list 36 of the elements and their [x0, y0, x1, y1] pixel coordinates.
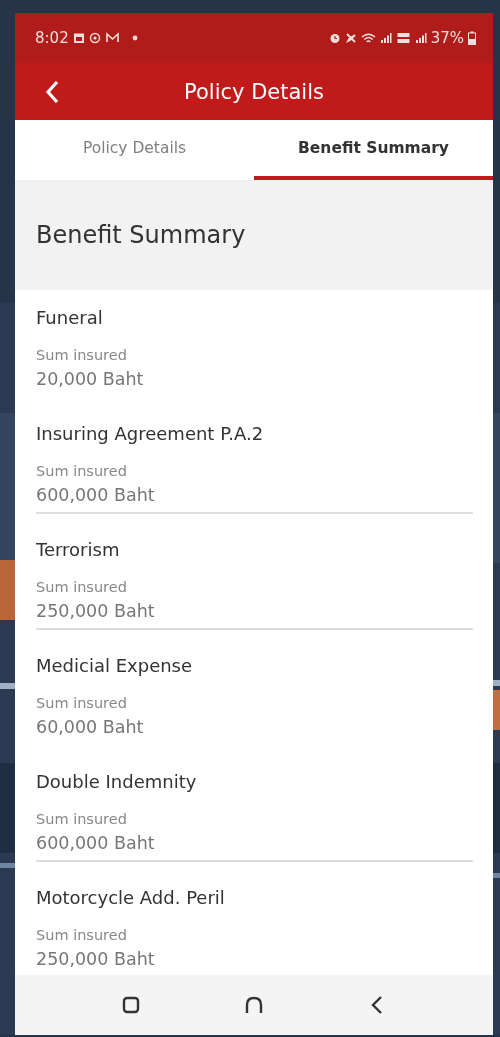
- benefit-name: Insuring Agreement P.A.2: [36, 422, 265, 446]
- benefit-name: Motorcycle Add. Peril: [36, 886, 226, 910]
- signal-icon: [414, 32, 427, 44]
- screen-title: Policy Details: [184, 79, 324, 104]
- benefit-name: Double Indemnity: [36, 770, 198, 794]
- sum-insured-label: Sum insured: [36, 694, 128, 713]
- sum-insured-label: Sum insured: [36, 926, 128, 945]
- benefit-name: Medicial Expense: [36, 654, 194, 678]
- sum-insured-value: 250,000 Baht: [36, 600, 156, 623]
- home-icon: [244, 995, 264, 1015]
- sum-insured-label: Sum insured: [36, 578, 128, 597]
- mute-icon: [344, 32, 357, 44]
- notification-dot-icon: [131, 35, 138, 41]
- battery-icon: [468, 31, 476, 45]
- alarm-icon: [328, 32, 341, 44]
- section-title: Benefit Summary: [36, 221, 246, 249]
- sum-insured-label: Sum insured: [36, 810, 128, 829]
- sum-insured-label: Sum insured: [36, 346, 128, 365]
- sum-insured-value: 20,000 Baht: [36, 368, 145, 391]
- sum-insured-label: Sum insured: [36, 462, 128, 481]
- back-icon: [45, 79, 59, 104]
- volte-icon: [395, 32, 411, 44]
- sum-insured-value: 600,000 Baht: [36, 832, 156, 855]
- recent-apps-icon: [121, 995, 142, 1015]
- benefit-name: Funeral: [36, 306, 104, 330]
- sum-insured-value: 600,000 Baht: [36, 484, 156, 507]
- circle-icon: [88, 32, 101, 44]
- battery-percent: 37%: [430, 29, 464, 47]
- sum-insured-value: 250,000 Baht: [36, 948, 156, 971]
- signal-icon: [379, 32, 392, 44]
- mail-icon: [104, 32, 120, 44]
- benefit-name: Terrorism: [36, 538, 121, 562]
- calendar-icon: [72, 32, 85, 44]
- wifi-icon: [360, 32, 376, 44]
- status-time: 8:02: [35, 29, 69, 47]
- sum-insured-value: 60,000 Baht: [36, 716, 145, 739]
